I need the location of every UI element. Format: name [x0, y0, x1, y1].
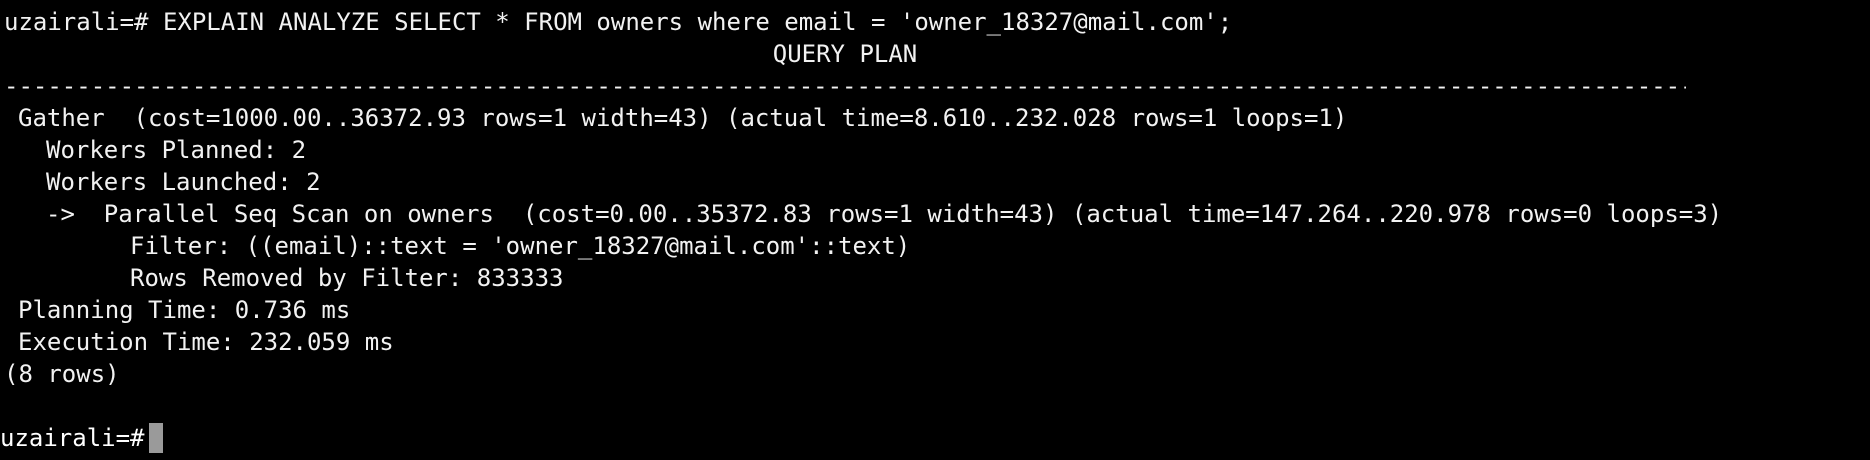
- plan-rows-removed: Rows Removed by Filter: 833333: [130, 264, 564, 292]
- plan-seq-scan: -> Parallel Seq Scan on owners (cost=0.0…: [46, 200, 1723, 228]
- input-line[interactable]: uzairali=#: [0, 422, 163, 454]
- execution-time: Execution Time: 232.059 ms: [18, 328, 394, 356]
- final-prompt: uzairali=#: [0, 424, 145, 452]
- terminal-window[interactable]: uzairali=# EXPLAIN ANALYZE SELECT * FROM…: [0, 0, 1870, 460]
- prompt: uzairali=#: [4, 8, 149, 36]
- command-text: EXPLAIN ANALYZE SELECT * FROM owners whe…: [162, 8, 1233, 36]
- separator-line: ----------------------------------------…: [4, 72, 1686, 100]
- command-line: uzairali=# EXPLAIN ANALYZE SELECT * FROM…: [4, 6, 1232, 38]
- plan-workers-planned: Workers Planned: 2: [46, 136, 307, 164]
- row-count: (8 rows): [4, 360, 120, 388]
- plan-filter: Filter: ((email)::text = 'owner_18327@ma…: [130, 232, 911, 260]
- plan-workers-launched: Workers Launched: 2: [46, 168, 321, 196]
- cursor-block: [148, 423, 163, 453]
- planning-time: Planning Time: 0.736 ms: [18, 296, 351, 324]
- column-header: QUERY PLAN: [772, 40, 918, 68]
- plan-gather: Gather (cost=1000.00..36372.93 rows=1 wi…: [18, 104, 1348, 132]
